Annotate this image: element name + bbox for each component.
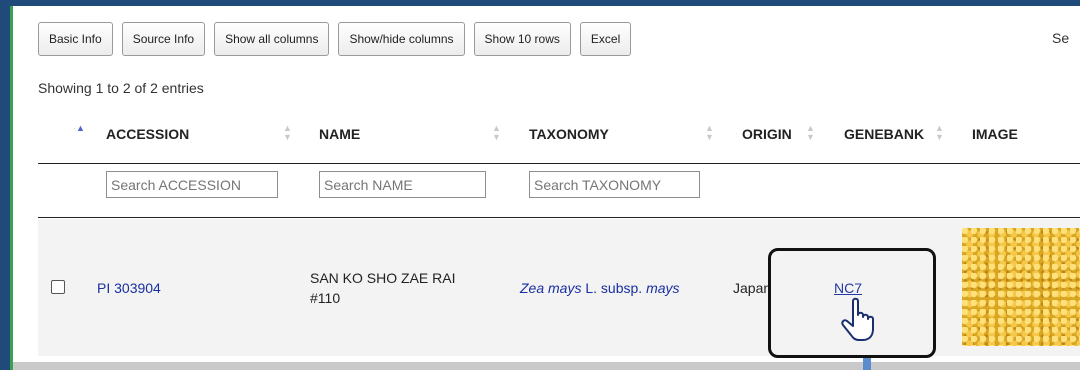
accession-image[interactable] [962, 228, 1080, 346]
left-accent-bar [10, 6, 13, 370]
scroll-marker [863, 358, 871, 370]
origin-cell: Japan [733, 280, 772, 296]
search-taxonomy-input[interactable] [529, 171, 700, 198]
taxonomy-link[interactable]: Zea mays L. subsp. mays [520, 280, 680, 296]
sort-icon[interactable]: ·▲ [73, 124, 85, 133]
row-checkbox[interactable] [51, 280, 65, 294]
toolbar: Basic Info Source Info Show all columns … [38, 22, 632, 56]
search-accession-input[interactable] [106, 171, 278, 198]
sort-icon[interactable]: ▲ ▼ [492, 124, 501, 142]
column-header-genebank[interactable]: GENEBANK [844, 126, 924, 142]
show-all-columns-button[interactable]: Show all columns [214, 22, 330, 56]
horizontal-scrollbar[interactable] [13, 362, 1080, 370]
sort-icon[interactable]: ▲ ▼ [705, 124, 714, 142]
global-search-label: Se [1052, 30, 1070, 46]
taxonomy-genus-species: Zea mays [520, 280, 582, 296]
column-header-taxonomy[interactable]: TAXONOMY [529, 126, 609, 142]
taxonomy-author: L. subsp. [581, 280, 647, 296]
taxonomy-subspecies: mays [646, 280, 680, 296]
header-divider [38, 163, 1080, 164]
name-cell: SAN KO SHO ZAE RAI #110 [310, 270, 456, 306]
accession-link[interactable]: PI 303904 [97, 280, 161, 296]
filter-divider [38, 217, 1080, 218]
column-header-image: IMAGE [972, 126, 1018, 142]
column-header-name[interactable]: NAME [319, 126, 360, 142]
search-name-input[interactable] [319, 171, 486, 198]
show-10-rows-button[interactable]: Show 10 rows [473, 22, 571, 56]
sort-icon[interactable]: ▲ ▼ [283, 124, 292, 142]
hand-pointer-icon [841, 297, 874, 341]
column-header-accession[interactable]: ACCESSION [106, 126, 189, 142]
column-header-origin[interactable]: ORIGIN [742, 126, 792, 142]
table-info: Showing 1 to 2 of 2 entries [38, 80, 204, 96]
sort-icon[interactable]: ▲ ▼ [935, 124, 944, 142]
show-hide-columns-button[interactable]: Show/hide columns [338, 22, 465, 56]
source-info-button[interactable]: Source Info [121, 22, 206, 56]
sort-icon[interactable]: ▲ ▼ [806, 124, 815, 142]
basic-info-button[interactable]: Basic Info [38, 22, 113, 56]
excel-button[interactable]: Excel [579, 22, 632, 56]
